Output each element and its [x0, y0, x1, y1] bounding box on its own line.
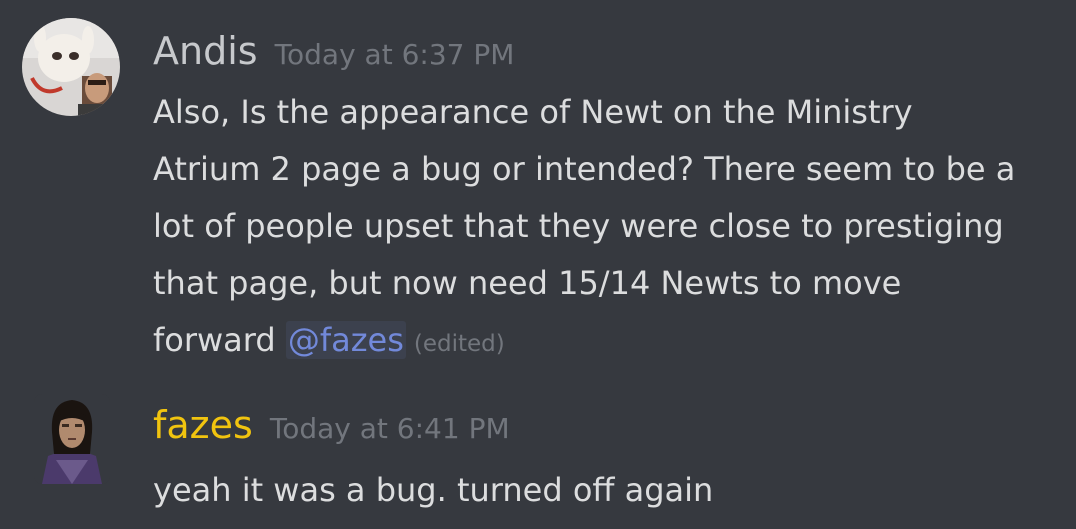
user-mention[interactable]: @fazes: [285, 321, 406, 359]
timestamp[interactable]: Today at 6:37 PM: [275, 38, 515, 71]
message-text: forward: [153, 321, 286, 359]
username[interactable]: fazes: [153, 403, 253, 447]
message-header: Andis Today at 6:37 PM: [153, 24, 514, 78]
message-line: forward @fazes (edited): [153, 312, 1053, 373]
message-line: that page, but now need 15/14 Newts to m…: [153, 264, 902, 302]
user-avatar[interactable]: [34, 394, 110, 484]
message-content: Also, Is the appearance of Newt on the M…: [153, 84, 1053, 373]
message-header: fazes Today at 6:41 PM: [153, 398, 510, 452]
timestamp[interactable]: Today at 6:41 PM: [270, 412, 510, 445]
user-avatar[interactable]: [22, 18, 120, 116]
message-line: Atrium 2 page a bug or intended? There s…: [153, 150, 1016, 188]
edited-label: (edited): [413, 331, 505, 357]
user-avatar-character-icon: [34, 394, 110, 484]
username[interactable]: Andis: [153, 29, 258, 73]
message-line: yeah it was a bug. turned off again: [153, 471, 714, 509]
user-avatar-photo-icon: [22, 18, 120, 116]
message-line: Also, Is the appearance of Newt on the M…: [153, 93, 913, 131]
message-content: yeah it was a bug. turned off again: [153, 462, 1053, 519]
chat-messages: Andis Today at 6:37 PM Also, Is the appe…: [0, 0, 1076, 529]
message-line: lot of people upset that they were close…: [153, 207, 1004, 245]
